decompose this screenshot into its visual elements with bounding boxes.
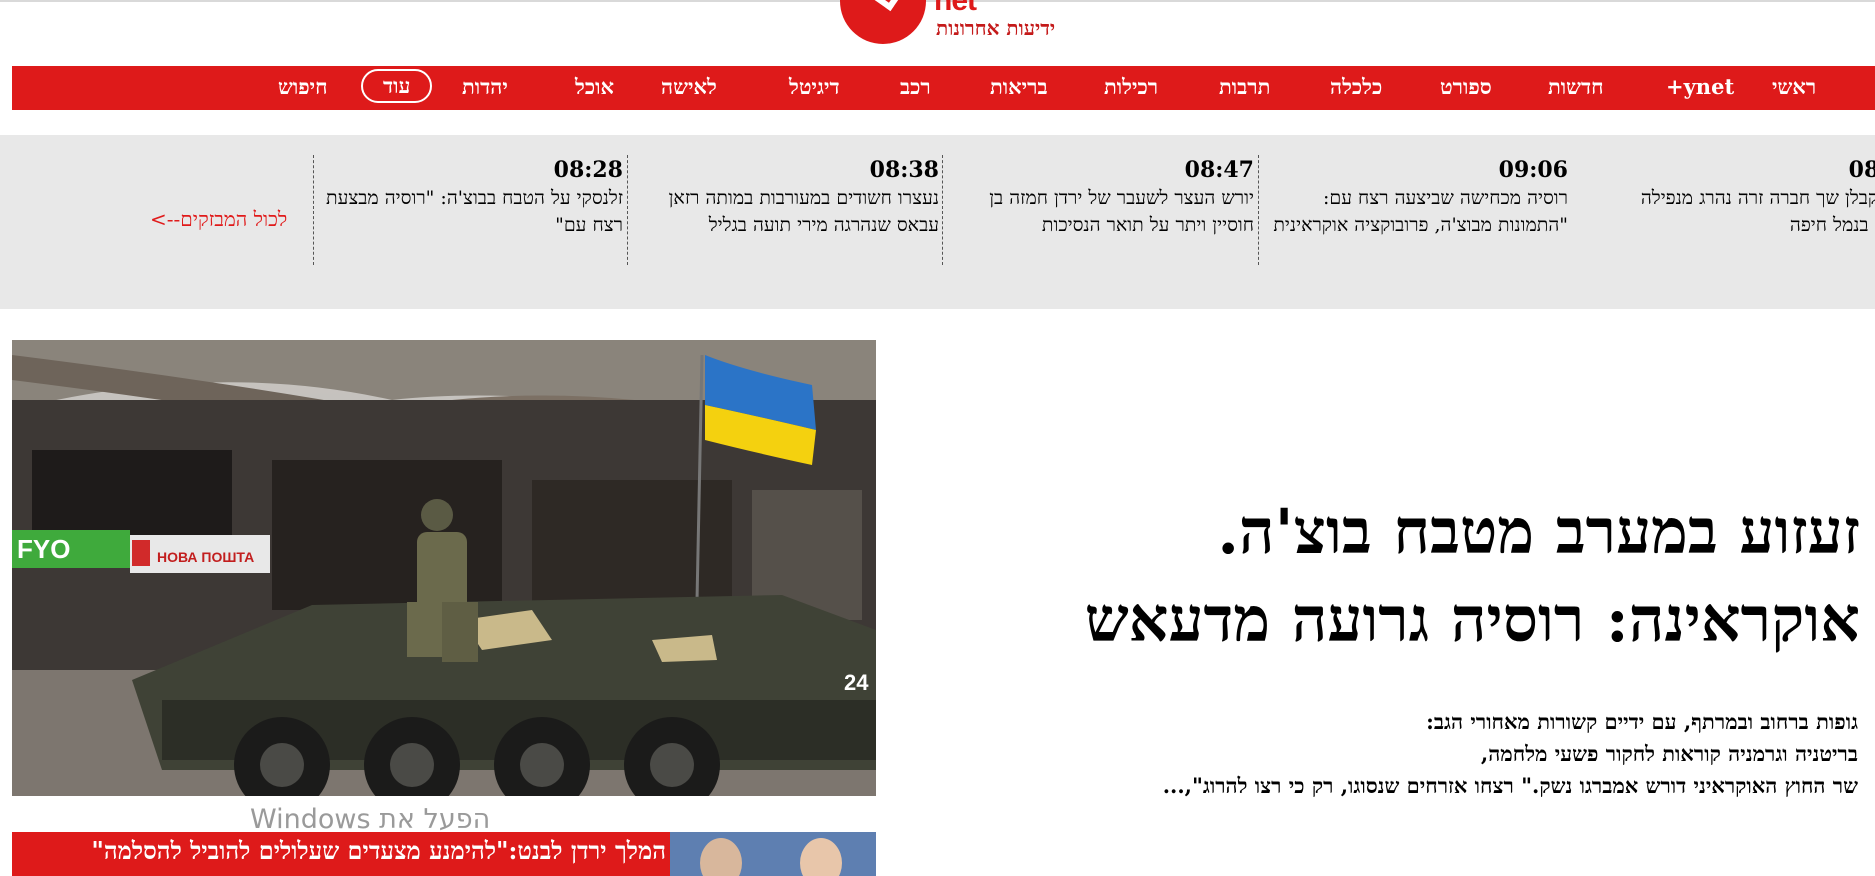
logo-tagline: ידיעות אחרונות xyxy=(936,16,1056,40)
breaking-item[interactable]: 09:06 רוסיה מכחישה שביצעה רצח עם: "התמונ… xyxy=(1258,155,1568,265)
logo-circle-icon xyxy=(840,0,926,44)
nav-item-home[interactable]: ראשי xyxy=(1772,70,1816,104)
secondary-story-thumbnail xyxy=(670,832,876,876)
nav-item-health[interactable]: בריאות xyxy=(990,70,1048,104)
breaking-text: יורש העצר לשעבר של ירדן חמזה בן חוסיין ו… xyxy=(989,187,1254,236)
person-thumbnail xyxy=(700,838,742,876)
nav-item-search[interactable]: חיפוש xyxy=(278,70,328,104)
nav-item-economy[interactable]: כלכלה xyxy=(1330,70,1382,104)
breaking-text: נעצרו חשודים במעורבות במותה רזאן עבאס שנ… xyxy=(668,187,939,236)
shop-sign-text: FYO xyxy=(17,534,70,564)
headline-line: אוקראינה: רוסיה גרועה מדעאש xyxy=(1084,583,1860,656)
site-logo[interactable]: net ידיעות אחרונות xyxy=(840,0,1070,44)
nav-item-ynet-plus[interactable]: ynet+ xyxy=(1666,70,1734,104)
nav-item-women[interactable]: לאישה xyxy=(661,70,717,104)
subheadline-line: גופות ברחוב ובמרתף, עם ידיים קשורות מאחו… xyxy=(1426,709,1858,734)
nav-item-gossip[interactable]: רכילות xyxy=(1104,70,1158,104)
hero-image[interactable]: FYO НОВА ПОШТА 24 xyxy=(12,340,876,796)
person-thumbnail xyxy=(800,838,842,876)
nav-item-food[interactable]: אוכל xyxy=(575,70,614,104)
subheadline-line: בריטניה וגרמניה קוראות לחקור פשעי מלחמה, xyxy=(1480,741,1858,766)
breaking-time: 08:28 xyxy=(553,157,623,183)
hero-photo-illustration: FYO НОВА ПОШТА 24 xyxy=(12,340,876,796)
breaking-text: זלנסקי על הטבח בבוצ'ה: "רוסיה מבצעת רצח … xyxy=(325,187,623,236)
nav-item-more[interactable]: עוד xyxy=(361,69,433,103)
vehicle-number: 24 xyxy=(844,670,869,695)
nav-item-culture[interactable]: תרבות xyxy=(1219,70,1270,104)
breaking-item[interactable]: 08:47 יורש העצר לשעבר של ירדן חמזה בן חו… xyxy=(942,155,1254,265)
nav-item-news[interactable]: חדשות xyxy=(1548,70,1604,104)
nav-item-sport[interactable]: ספורט xyxy=(1440,70,1492,104)
breaking-text: עובד קבלן שך חברה זרה נהרג מנפילה ממנוף … xyxy=(1640,187,1875,236)
breaking-text: רוסיה מכחישה שביצעה רצח עם: "התמונות מבו… xyxy=(1273,187,1568,236)
breaking-item[interactable]: 08:38 נעצרו חשודים במעורבות במותה רזאן ע… xyxy=(627,155,939,265)
nav-item-judaism[interactable]: יהדות xyxy=(462,70,508,104)
secondary-story-title: המלך ירדן לבנט:"להימנע מצעדים שעלולים לה… xyxy=(91,836,666,865)
nova-poshta-sign: НОВА ПОШТА xyxy=(157,549,254,565)
breaking-time: 08:34 xyxy=(1848,157,1875,183)
hero-headline[interactable]: זעזוע במערב מטבח בוצ'ה. אוקראינה: רוסיה … xyxy=(940,488,1860,664)
windows-activation-watermark: הפעל את Windows xyxy=(250,804,491,835)
breaking-time: 08:47 xyxy=(1184,157,1254,183)
breaking-item[interactable]: 08:34 עובד קבלן שך חברה זרה נהרג מנפילה … xyxy=(1618,155,1875,265)
breaking-item[interactable]: 08:28 זלנסקי על הטבח בבוצ'ה: "רוסיה מבצע… xyxy=(313,155,623,265)
nav-item-cars[interactable]: רכב xyxy=(900,70,931,104)
breaking-news-strip: 08:34 עובד קבלן שך חברה זרה נהרג מנפילה … xyxy=(0,135,1875,309)
hero-subheadline[interactable]: גופות ברחוב ובמרתף, עם ידיים קשורות מאחו… xyxy=(960,706,1858,802)
main-nav: ראשי ynet+ חדשות ספורט כלכלה תרבות רכילו… xyxy=(12,66,1875,110)
subheadline-line: שר החוץ האוקראיני דורש אמברגו נשק." רצחו… xyxy=(1162,773,1858,798)
nav-item-digital[interactable]: דיגיטל xyxy=(789,70,840,104)
headline-line: זעזוע במערב מטבח בוצ'ה. xyxy=(1217,495,1860,568)
secondary-story[interactable]: המלך ירדן לבנט:"להימנע מצעדים שעלולים לה… xyxy=(12,832,876,876)
all-breaking-link[interactable]: לכול המבזקים--> xyxy=(150,207,287,232)
breaking-time: 09:06 xyxy=(1498,157,1568,183)
breaking-time: 08:38 xyxy=(869,157,939,183)
